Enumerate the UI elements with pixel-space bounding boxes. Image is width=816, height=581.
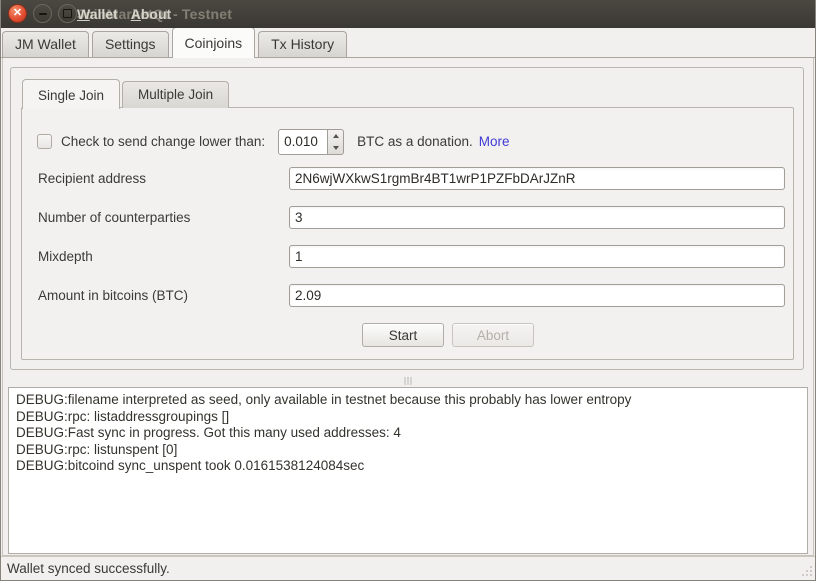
abort-button: Abort	[452, 323, 534, 347]
tab-coinjoins[interactable]: Coinjoins	[172, 27, 256, 58]
donation-amount-spinbox	[278, 129, 344, 155]
tab-tx-history[interactable]: Tx History	[258, 31, 347, 57]
global-menubar: Wallet About	[77, 6, 171, 22]
donation-checkbox[interactable]	[37, 134, 52, 149]
log-line: DEBUG:rpc: listunspent [0]	[16, 442, 800, 459]
amount-btc-input[interactable]	[289, 284, 785, 307]
amount-btc-label: Amount in bitcoins (BTC)	[38, 288, 188, 303]
mixdepth-input[interactable]	[289, 245, 785, 268]
spin-down-icon[interactable]	[328, 142, 343, 154]
sub-tabbar: Single Join Multiple Join	[22, 79, 231, 108]
menu-item-wallet[interactable]: Wallet	[77, 6, 118, 22]
coinjoins-pane: Single Join Multiple Join Check to send …	[2, 58, 814, 556]
log-output[interactable]: DEBUG:filename interpreted as seed, only…	[8, 387, 808, 554]
subtab-single-join[interactable]: Single Join	[22, 79, 120, 109]
tab-jm-wallet[interactable]: JM Wallet	[2, 31, 89, 57]
close-icon[interactable]: ✕	[8, 4, 27, 23]
recipient-address-input[interactable]	[289, 167, 785, 190]
counterparties-label: Number of counterparties	[38, 210, 190, 225]
recipient-address-label: Recipient address	[38, 171, 146, 186]
status-message: Wallet synced successfully.	[7, 561, 170, 576]
minimize-icon[interactable]	[33, 4, 52, 23]
splitter-handle[interactable]	[405, 377, 412, 385]
status-bar: Wallet synced successfully.	[0, 556, 816, 581]
single-join-panel: Check to send change lower than: BTC as …	[21, 107, 794, 360]
log-line: DEBUG:bitcoind sync_unspent took 0.01615…	[16, 458, 800, 475]
donation-suffix-text: BTC as a donation.	[357, 134, 473, 149]
donation-checkbox-label: Check to send change lower than:	[61, 134, 265, 149]
more-link[interactable]: More	[479, 134, 510, 149]
subtab-multiple-join[interactable]: Multiple Join	[122, 81, 229, 108]
tab-settings[interactable]: Settings	[92, 31, 169, 57]
donation-row: Check to send change lower than: BTC as …	[37, 128, 509, 155]
maximize-icon[interactable]	[58, 4, 77, 23]
counterparties-input[interactable]	[289, 206, 785, 229]
log-line: DEBUG:filename interpreted as seed, only…	[16, 392, 800, 409]
donation-amount-input[interactable]	[278, 129, 328, 155]
mixdepth-label: Mixdepth	[38, 249, 93, 264]
titlebar: ✕ JoinMarketQt - Testnet Wallet About	[0, 0, 816, 28]
log-line: DEBUG:Fast sync in progress. Got this ma…	[16, 425, 800, 442]
menu-item-about[interactable]: About	[131, 6, 171, 22]
start-button[interactable]: Start	[362, 323, 444, 347]
coinjoin-groupbox: Single Join Multiple Join Check to send …	[10, 67, 804, 370]
resize-grip-icon[interactable]	[800, 565, 813, 578]
spin-buttons	[328, 129, 344, 155]
log-line: DEBUG:rpc: listaddressgroupings []	[16, 409, 800, 426]
spin-up-icon[interactable]	[328, 130, 343, 142]
main-tabbar: JM Wallet Settings Coinjoins Tx History	[0, 28, 816, 58]
